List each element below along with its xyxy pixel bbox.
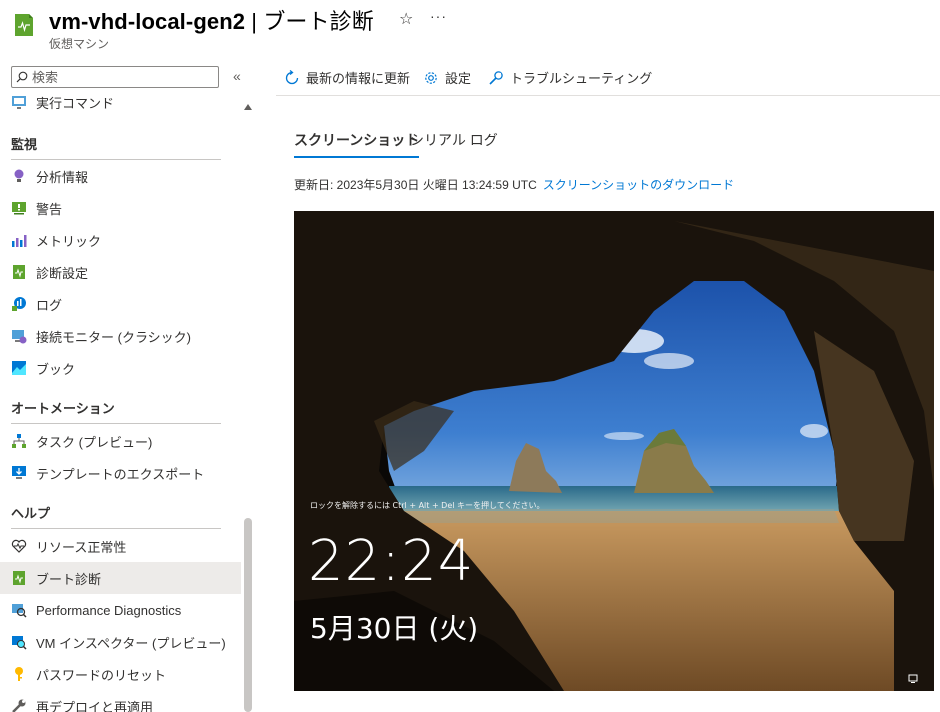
title-separator: | (245, 9, 264, 34)
sidebar-item-label: 診断設定 (36, 265, 89, 281)
updated-info: 更新日: 2023年5月30日 火曜日 13:24:59 UTC スクリーンショッ… (294, 176, 734, 193)
section-automation: オートメーション (11, 396, 221, 424)
page-title: vm-vhd-local-gen2 | ブート診断 (49, 4, 374, 36)
wrench-icon (11, 698, 27, 712)
export-template-icon (11, 465, 27, 481)
sidebar-item-label: ログ (36, 297, 63, 313)
search-input[interactable] (32, 69, 202, 85)
sidebar-item-label: ブート診断 (36, 571, 102, 587)
refresh-label: 最新の情報に更新 (306, 71, 411, 86)
sidebar-item-vm-inspector[interactable]: VM インスペクター (プレビュー) (0, 626, 241, 658)
sidebar-item-label: リソース正常性 (36, 539, 127, 555)
sidebar-item-insights[interactable]: 分析情報 (0, 160, 241, 192)
command-bar: 最新の情報に更新 設定 トラブルシューティング (276, 60, 940, 96)
more-options-icon[interactable]: ··· (430, 8, 447, 24)
sidebar-item-alerts[interactable]: 警告 (0, 192, 241, 224)
refresh-icon (284, 69, 300, 86)
sidebar-item-label: Performance Diagnostics (36, 602, 182, 618)
sidebar-item-label: ブック (36, 361, 76, 377)
troubleshoot-button[interactable]: トラブルシューティング (488, 68, 652, 87)
troubleshoot-label: トラブルシューティング (510, 71, 653, 86)
tab-serial-log[interactable]: シリアル ログ (410, 130, 498, 156)
menu-scrollbar[interactable] (244, 518, 252, 712)
sidebar-item-label: パスワードのリセット (36, 667, 167, 683)
sidebar-item-diagnostic-settings[interactable]: 診断設定 (0, 256, 241, 288)
insights-icon (11, 168, 27, 184)
search-icon (16, 71, 28, 83)
run-command-icon (11, 94, 27, 110)
key-icon (11, 666, 27, 682)
tasks-icon (11, 433, 27, 449)
page-header: vm-vhd-local-gen2 | ブート診断 仮想マシン ☆ ··· (0, 0, 940, 56)
sidebar-item-label: 再デプロイと再適用 (36, 699, 154, 712)
resource-name: vm-vhd-local-gen2 (49, 9, 246, 34)
sidebar-item-label: VM インスペクター (プレビュー) (36, 635, 226, 651)
sidebar-item-run-command[interactable]: 実行コマンド (0, 87, 241, 117)
blade-title: ブート診断 (263, 9, 374, 34)
resource-menu: « 実行コマンド 監視 分析情報 警告 メトリック 診断設定 (0, 60, 256, 712)
wrench-icon (488, 70, 504, 86)
sidebar-item-connection-monitor[interactable]: 接続モニター (クラシック) (0, 320, 241, 352)
settings-button[interactable]: 設定 (423, 68, 471, 87)
sidebar-item-performance-diagnostics[interactable]: Performance Diagnostics (0, 594, 241, 626)
resource-health-icon (11, 538, 27, 554)
sidebar-item-label: 分析情報 (36, 169, 89, 185)
unlock-hint: ロックを解除するには Ctrl + Alt + Del キーを押してください。 (310, 501, 545, 510)
section-help: ヘルプ (11, 501, 221, 529)
sidebar-item-logs[interactable]: ログ (0, 288, 241, 320)
sidebar-item-label: 接続モニター (クラシック) (36, 329, 192, 345)
sidebar-item-workbooks[interactable]: ブック (0, 352, 241, 384)
sidebar-item-export-template[interactable]: テンプレートのエクスポート (0, 457, 241, 489)
boot-screenshot: ロックを解除するには Ctrl + Alt + Del キーを押してください。 … (294, 211, 934, 691)
sidebar-item-boot-diagnostics[interactable]: ブート診断 (0, 562, 241, 594)
sidebar-item-label: タスク (プレビュー) (36, 434, 153, 450)
sidebar-item-label: 警告 (36, 201, 63, 217)
settings-label: 設定 (445, 71, 472, 86)
sidebar-item-label: 実行コマンド (36, 95, 115, 111)
menu-search-box[interactable] (11, 66, 219, 88)
lock-screen-date: 5月30日 (火) (310, 612, 479, 645)
refresh-button[interactable]: 最新の情報に更新 (284, 68, 410, 87)
sidebar-item-label: メトリック (36, 233, 102, 249)
sidebar-item-redeploy[interactable]: 再デプロイと再適用 (0, 690, 241, 712)
lock-screen-clock: 22:24 (308, 529, 475, 594)
tab-screenshot[interactable]: スクリーンショット (294, 130, 420, 158)
vm-inspector-icon (11, 634, 27, 650)
sidebar-item-resource-health[interactable]: リソース正常性 (0, 530, 241, 562)
sidebar-item-reset-password[interactable]: パスワードのリセット (0, 658, 241, 690)
workbooks-icon (11, 360, 27, 376)
alerts-icon (11, 200, 27, 216)
sidebar-item-tasks[interactable]: タスク (プレビュー) (0, 425, 241, 457)
sidebar-item-metrics[interactable]: メトリック (0, 224, 241, 256)
virtual-machine-icon (12, 12, 36, 38)
metrics-icon (11, 232, 27, 248)
connection-monitor-icon (11, 328, 27, 344)
collapse-menu-icon[interactable]: « (233, 68, 241, 84)
updated-timestamp: 更新日: 2023年5月30日 火曜日 13:24:59 UTC (294, 178, 537, 192)
gear-icon (423, 70, 439, 86)
boot-diagnostics-icon (11, 570, 27, 586)
sidebar-item-label: テンプレートのエクスポート (36, 466, 205, 482)
resource-type: 仮想マシン (49, 37, 110, 51)
favorite-star-icon[interactable]: ☆ (399, 9, 413, 29)
performance-diagnostics-icon (11, 602, 27, 618)
download-screenshot-link[interactable]: スクリーンショットのダウンロード (543, 178, 734, 192)
logs-icon (11, 296, 27, 312)
network-icon (908, 671, 920, 689)
scroll-up-arrow-icon[interactable] (244, 104, 252, 110)
diagnostic-settings-icon (11, 264, 27, 280)
section-monitoring: 監視 (11, 132, 221, 160)
